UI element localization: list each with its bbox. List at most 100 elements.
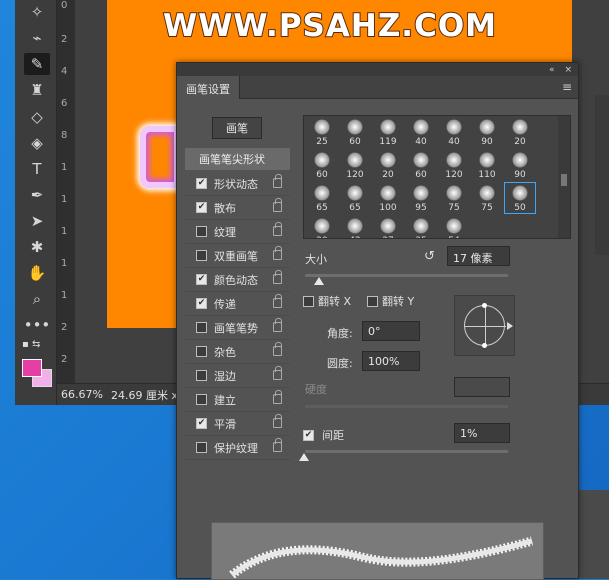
brush-preset[interactable]: 65 (306, 182, 338, 214)
brush-option-row[interactable]: 纹理 (185, 220, 290, 244)
option-checkbox[interactable] (196, 322, 207, 333)
zoom-icon[interactable]: ⌕ (24, 288, 50, 310)
option-checkbox[interactable]: ✔ (196, 202, 207, 213)
tab-brush-settings[interactable]: 画笔设置 (177, 76, 240, 99)
brushes-button[interactable]: 画笔 (212, 117, 262, 139)
option-checkbox[interactable]: ✔ (196, 418, 207, 429)
pen-icon[interactable]: ✒ (24, 184, 50, 206)
brush-preset[interactable]: 95 (405, 182, 437, 214)
brush-preset[interactable]: 20 (372, 149, 404, 181)
brush-preset[interactable]: 20 (504, 116, 536, 148)
size-slider-knob[interactable] (314, 277, 324, 285)
brush-tip-shape-header[interactable]: 画笔笔尖形状 (185, 148, 290, 170)
lock-icon[interactable] (273, 222, 282, 236)
brush-preset[interactable]: 100 (372, 182, 404, 214)
brush-icon[interactable]: ✎ (24, 53, 50, 75)
flip-x-checkbox[interactable] (303, 295, 314, 307)
hand-icon[interactable]: ✋ (24, 262, 50, 284)
brush-option-row[interactable]: 杂色 (185, 340, 290, 364)
option-checkbox[interactable] (196, 394, 207, 405)
foreground-color-swatch[interactable] (22, 359, 42, 377)
brush-grid-scrollbar[interactable] (558, 116, 570, 238)
lock-icon[interactable] (273, 174, 282, 188)
angle-field[interactable]: 0° (362, 321, 420, 341)
option-checkbox[interactable] (196, 226, 207, 237)
magic-wand-icon[interactable]: ✧ (24, 1, 50, 23)
lock-icon[interactable] (273, 294, 282, 308)
lock-icon[interactable] (273, 246, 282, 260)
brush-option-row[interactable]: 湿边 (185, 364, 290, 388)
lock-icon[interactable] (273, 198, 282, 212)
option-checkbox[interactable] (196, 250, 207, 261)
brush-preset[interactable]: 120 (438, 149, 470, 181)
flip-x-option[interactable]: 翻转 X (303, 293, 351, 309)
brush-preset[interactable]: 40 (405, 116, 437, 148)
brush-preset[interactable]: 119 (372, 116, 404, 148)
lock-icon[interactable] (273, 342, 282, 356)
lock-icon[interactable] (273, 390, 282, 404)
size-slider[interactable] (305, 274, 508, 277)
flip-y-checkbox[interactable] (367, 295, 378, 307)
panel-menu-icon[interactable]: ≡ (562, 80, 572, 94)
option-checkbox[interactable]: ✔ (196, 298, 207, 309)
brush-preset[interactable]: 54 (438, 215, 470, 238)
lock-icon[interactable] (273, 318, 282, 332)
spacing-option[interactable]: ✔ 间距 (303, 427, 344, 443)
brush-option-row[interactable]: ✔ 传递 (185, 292, 290, 316)
brush-option-row[interactable]: ✔ 散布 (185, 196, 290, 220)
brush-preset[interactable]: 110 (471, 149, 503, 181)
brush-preset[interactable]: 90 (471, 116, 503, 148)
lock-icon[interactable] (273, 270, 282, 284)
lock-icon[interactable] (273, 438, 282, 452)
reset-size-icon[interactable]: ↺ (424, 249, 435, 264)
eraser-icon[interactable]: ◇ (24, 106, 50, 128)
brush-preset[interactable]: 25 (306, 116, 338, 148)
brush-preset[interactable]: 60 (405, 149, 437, 181)
brush-option-row[interactable]: ✔ 平滑 (185, 412, 290, 436)
option-checkbox[interactable]: ✔ (196, 274, 207, 285)
flip-y-option[interactable]: 翻转 Y (367, 293, 414, 309)
selection-arrow-icon[interactable]: ➤ (24, 210, 50, 232)
collapse-icon[interactable]: « (549, 65, 555, 75)
paint-bucket-icon[interactable]: ◈ (24, 132, 50, 154)
stamp-icon[interactable]: ♜ (24, 79, 50, 101)
scroll-thumb[interactable] (561, 174, 567, 186)
brush-preset[interactable]: 35 (405, 215, 437, 238)
roundness-handle-top[interactable] (482, 303, 487, 308)
brush-preset[interactable]: 75 (438, 182, 470, 214)
option-checkbox[interactable]: ✔ (196, 178, 207, 189)
spacing-slider-knob[interactable] (299, 453, 309, 461)
spacing-field[interactable]: 1% (454, 423, 510, 443)
swap-colors-icon[interactable]: ▪ ⇆ (22, 339, 40, 350)
close-icon[interactable]: × (564, 65, 572, 75)
size-field[interactable]: 17 像素 (447, 246, 510, 266)
angle-roundness-widget[interactable] (454, 295, 515, 356)
brush-preset[interactable]: 50 (504, 182, 536, 214)
brush-option-row[interactable]: 画笔笔势 (185, 316, 290, 340)
spacing-slider[interactable] (305, 450, 508, 453)
brush-preset[interactable]: 60 (306, 149, 338, 181)
brush-preset[interactable]: 40 (438, 116, 470, 148)
eyedropper-icon[interactable]: ⌁ (24, 27, 50, 49)
brush-preset[interactable]: 42 (339, 215, 371, 238)
brush-preset[interactable]: 75 (471, 182, 503, 214)
brush-option-row[interactable]: ✔ 形状动态 (185, 172, 290, 196)
shape-icon[interactable]: ✱ (24, 236, 50, 258)
angle-arrow-icon[interactable] (507, 322, 513, 330)
text-icon[interactable]: T (24, 158, 50, 180)
brush-preset[interactable]: 90 (504, 149, 536, 181)
roundness-field[interactable]: 100% (362, 351, 420, 371)
brush-option-row[interactable]: 建立 (185, 388, 290, 412)
more-icon[interactable]: ••• (24, 314, 51, 336)
lock-icon[interactable] (273, 414, 282, 428)
lock-icon[interactable] (273, 366, 282, 380)
brush-option-row[interactable]: 双重画笔 (185, 244, 290, 268)
brush-preset[interactable]: 27 (372, 215, 404, 238)
zoom-level[interactable]: 66.67% (61, 388, 103, 401)
spacing-checkbox[interactable]: ✔ (303, 429, 314, 441)
option-checkbox[interactable] (196, 346, 207, 357)
brush-option-row[interactable]: 保护纹理 (185, 436, 290, 460)
brush-option-row[interactable]: ✔ 颜色动态 (185, 268, 290, 292)
roundness-handle-bottom[interactable] (482, 343, 487, 348)
brush-preset[interactable]: 60 (339, 116, 371, 148)
